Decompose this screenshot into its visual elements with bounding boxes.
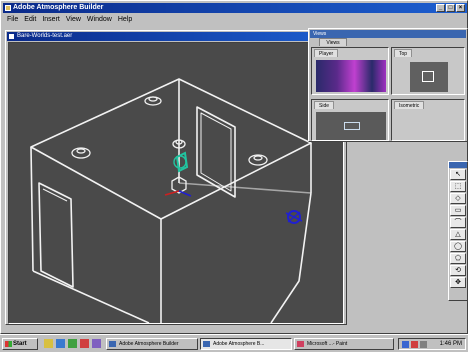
light-fixture[interactable] bbox=[144, 96, 162, 106]
room-floor-edges bbox=[32, 192, 312, 323]
rotate-tool-icon[interactable]: ⟲ bbox=[450, 265, 466, 276]
start-label: Start bbox=[13, 341, 27, 347]
box-tool-icon[interactable]: ⬚ bbox=[450, 181, 466, 192]
door-frame bbox=[38, 182, 74, 288]
menu-window[interactable]: Window bbox=[87, 14, 112, 25]
atmosphere-app-icon bbox=[203, 341, 210, 347]
rotate-handle[interactable] bbox=[173, 155, 187, 169]
view-player[interactable]: Player bbox=[311, 47, 389, 95]
arch-tool-icon[interactable]: ⌒ bbox=[450, 217, 466, 228]
minimize-button[interactable]: _ bbox=[436, 4, 445, 12]
browser-icon[interactable] bbox=[56, 339, 65, 348]
view-top[interactable]: Top bbox=[391, 47, 465, 95]
menu-insert[interactable]: Insert bbox=[42, 14, 60, 25]
task-label: Microsoft ...- Paint bbox=[307, 341, 348, 347]
menu-file[interactable]: File bbox=[7, 14, 18, 25]
network-icon[interactable] bbox=[402, 341, 409, 348]
room-ceiling-edges bbox=[30, 78, 312, 220]
player-view-thumbnail bbox=[316, 60, 386, 92]
plane-tool-icon[interactable]: ▭ bbox=[450, 205, 466, 216]
document-window: Bare-Worlds-test.aer bbox=[5, 30, 347, 325]
isometric-view-thumbnail bbox=[396, 112, 462, 140]
close-button[interactable]: × bbox=[456, 4, 465, 12]
explorer-icon[interactable] bbox=[68, 339, 77, 348]
antivirus-icon[interactable] bbox=[411, 341, 418, 348]
media-icon[interactable] bbox=[80, 339, 89, 348]
views-panel-title: Views bbox=[313, 31, 327, 37]
selected-object[interactable] bbox=[164, 151, 192, 197]
atmosphere-app-icon bbox=[109, 341, 116, 347]
top-view-thumbnail bbox=[410, 62, 448, 92]
menu-edit[interactable]: Edit bbox=[24, 14, 36, 25]
room-wireframe bbox=[30, 78, 312, 323]
document-title: Bare-Worlds-test.aer bbox=[17, 33, 73, 39]
start-button[interactable]: Start bbox=[2, 338, 38, 350]
app-title: Adobe Atmosphere Builder bbox=[13, 4, 104, 11]
room-floor-back-edge bbox=[178, 182, 312, 194]
clock: 1:46 PM bbox=[439, 341, 462, 347]
blue-light-marker[interactable] bbox=[285, 210, 303, 224]
task-button-paint[interactable]: Microsoft ...- Paint bbox=[294, 338, 394, 350]
tool-palette-titlebar[interactable] bbox=[449, 162, 467, 168]
task-button-atmosphere-builder[interactable]: Adobe Atmosphere Builder bbox=[106, 338, 198, 350]
move-tool-icon[interactable]: ✥ bbox=[450, 277, 466, 288]
x-axis-handle[interactable] bbox=[164, 190, 180, 196]
tab-views[interactable]: Views bbox=[319, 38, 347, 46]
views-panel: Views Views Player Top Side Isometric bbox=[308, 28, 468, 142]
light-fixture[interactable] bbox=[248, 154, 268, 166]
app-icon bbox=[5, 5, 11, 11]
document-icon bbox=[9, 34, 14, 39]
z-axis-handle[interactable] bbox=[178, 190, 192, 197]
window-controls: _ □ × bbox=[436, 4, 465, 12]
views-panel-titlebar[interactable]: Views bbox=[310, 30, 466, 38]
tool-palette: ↖ ⬚ ◇ ▭ ⌒ △ ◯ ⬠ ⟲ ✥ bbox=[448, 161, 468, 301]
task-label: Adobe Atmosphere Builder bbox=[119, 341, 179, 347]
wedge-tool-icon[interactable]: ◇ bbox=[450, 193, 466, 204]
taskbar: Start Adobe Atmosphere Builder Adobe Atm… bbox=[0, 334, 468, 352]
system-tray: 1:46 PM bbox=[398, 338, 466, 350]
quicklaunch-icon[interactable] bbox=[92, 339, 101, 348]
windows-logo-icon bbox=[5, 341, 12, 347]
wireframe-scene bbox=[30, 78, 312, 323]
view-player-label: Player bbox=[314, 49, 339, 57]
view-side-label: Side bbox=[314, 101, 335, 109]
cone-tool-icon[interactable]: △ bbox=[450, 229, 466, 240]
sphere-tool-icon[interactable]: ◯ bbox=[450, 241, 466, 252]
view-isometric[interactable]: Isometric bbox=[391, 99, 465, 141]
menu-bar: File Edit Insert View Window Help bbox=[3, 14, 467, 25]
app-window: Adobe Atmosphere Builder _ □ × File Edit… bbox=[0, 0, 468, 334]
volume-icon[interactable] bbox=[420, 341, 427, 348]
view-top-label: Top bbox=[394, 49, 413, 57]
side-view-thumbnail bbox=[316, 112, 386, 140]
task-button-atmosphere-b[interactable]: Adobe Atmosphere B... bbox=[200, 338, 292, 350]
paint-app-icon bbox=[297, 341, 304, 347]
menu-view[interactable]: View bbox=[66, 14, 81, 25]
select-tool-icon[interactable]: ↖ bbox=[450, 169, 466, 180]
maximize-button[interactable]: □ bbox=[446, 4, 455, 12]
app-titlebar[interactable]: Adobe Atmosphere Builder _ □ × bbox=[3, 3, 467, 13]
light-fixture[interactable] bbox=[71, 147, 91, 159]
polygon-tool-icon[interactable]: ⬠ bbox=[450, 253, 466, 264]
view-isometric-label: Isometric bbox=[394, 101, 425, 109]
desktop-icon[interactable] bbox=[44, 339, 53, 348]
room-front-edges bbox=[30, 146, 162, 323]
menu-help[interactable]: Help bbox=[118, 14, 132, 25]
3d-viewport[interactable] bbox=[8, 42, 344, 324]
document-titlebar[interactable]: Bare-Worlds-test.aer bbox=[7, 32, 345, 41]
task-label: Adobe Atmosphere B... bbox=[213, 341, 265, 347]
view-side[interactable]: Side bbox=[311, 99, 389, 141]
